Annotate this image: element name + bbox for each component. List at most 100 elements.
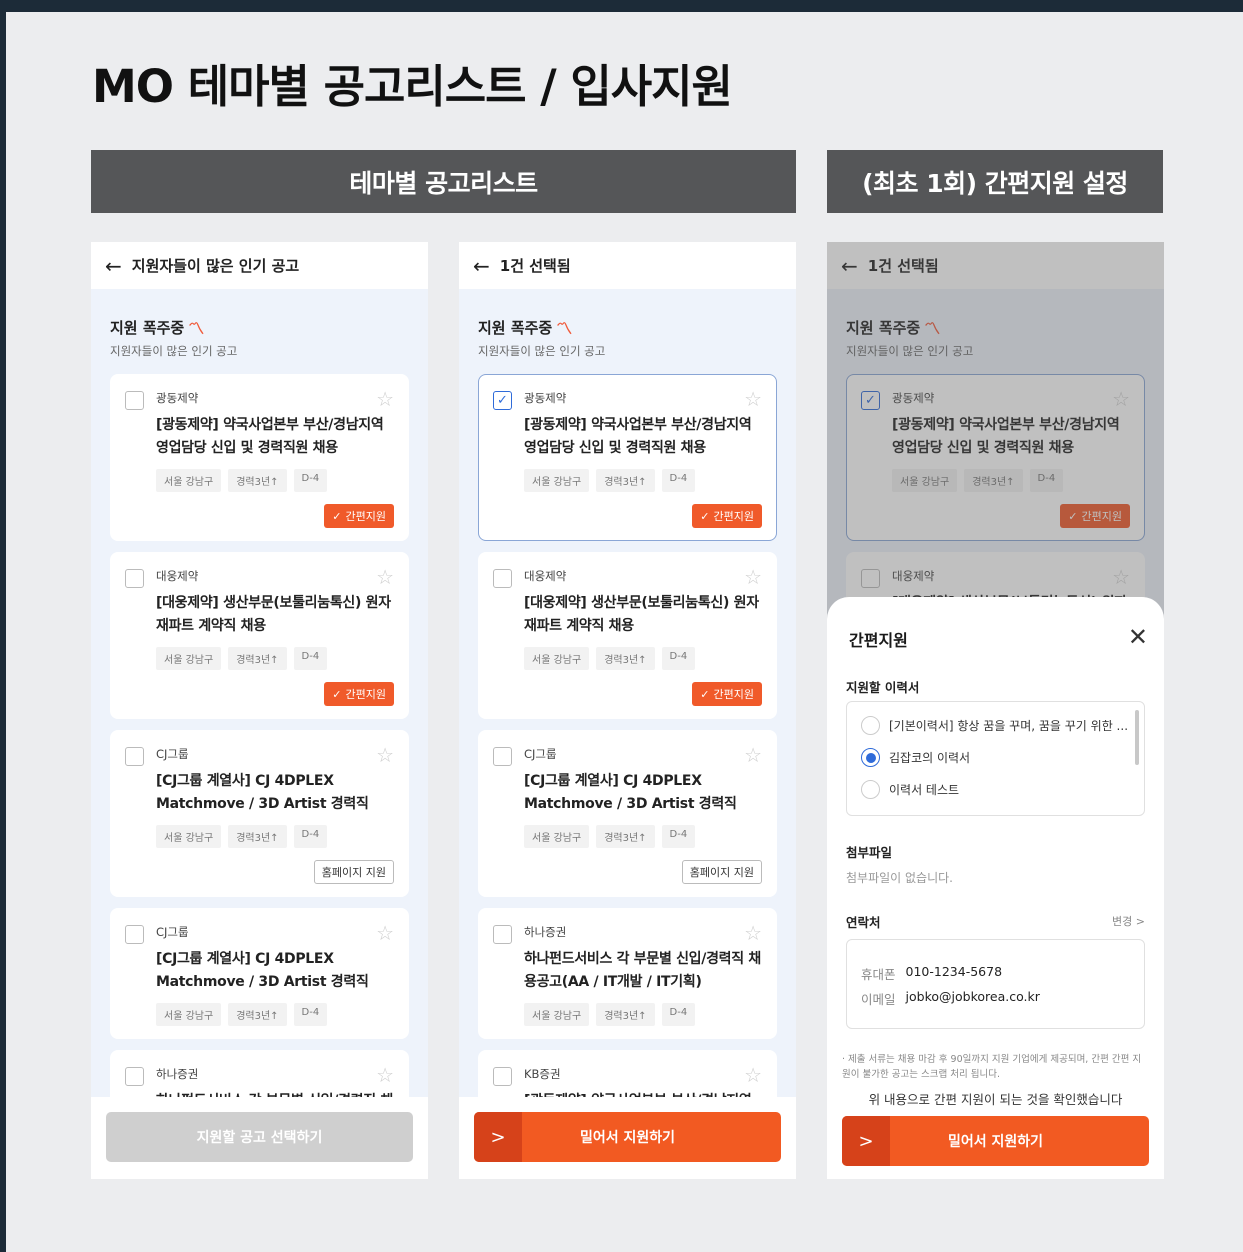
page-title: MO 테마별 공고리스트 / 입사지원: [92, 60, 733, 113]
resume-option[interactable]: [기본이력서] 항상 꿈을 꾸며, 꿈을 꾸기 위한 ...: [861, 716, 1128, 735]
slide-to-apply-button[interactable]: > 밀어서 지원하기: [474, 1112, 781, 1162]
phone-key: 휴대폰: [861, 967, 896, 982]
job-card[interactable]: ✓ ☆ 광동제약 [광동제약] 약국사업본부 부산/경남지역 영업담당 신입 및 경력…: [478, 374, 777, 541]
slide-to-apply-label: 밀어서 지원하기: [579, 1130, 676, 1146]
checkbox[interactable]: [493, 747, 512, 766]
job-card[interactable]: ☆ CJ그룹 [CJ그룹 계열사] CJ 4DPLEX Matchmove / 3D…: [478, 730, 777, 897]
back-arrow-icon[interactable]: ←: [473, 254, 490, 278]
job-card-list: ☆ 광동제약 [광동제약] 약국사업본부 부산/경남지역 영업담당 신입 및 경력직…: [110, 374, 409, 1160]
radio-icon[interactable]: [861, 780, 880, 799]
easy-apply-sheet: 간편지원 ✕ 지원할 이력서 [기본이력서] 항상 꿈을 꾸며, 꿈을 꾸기 위…: [827, 597, 1164, 1179]
top-bar: ← 지원자들이 많은 인기 공고: [91, 242, 428, 289]
section-title-text: 지원 폭주중: [478, 318, 553, 337]
resume-option[interactable]: 이력서 테스트: [861, 780, 959, 799]
check-circle-icon: ✓: [700, 509, 710, 523]
attachment-empty: 첨부파일이 없습니다.: [846, 871, 953, 885]
easy-apply-button[interactable]: ✓ 간편지원: [324, 682, 394, 706]
job-title[interactable]: [광동제약] 약국사업본부 부산/경남지역 영업담당 신입 및 경력직원 채용: [524, 414, 762, 460]
star-icon[interactable]: ☆: [744, 921, 762, 945]
check-circle-icon: ✓: [332, 687, 342, 701]
job-title[interactable]: [CJ그룹 계열사] CJ 4DPLEX Matchmove / 3D Arti…: [156, 948, 394, 994]
checkbox[interactable]: ✓: [493, 391, 512, 410]
tag: 서울 강남구: [524, 647, 590, 670]
tag-list: 서울 강남구 경력3년↑ D-4: [524, 647, 762, 670]
tag: 서울 강남구: [156, 469, 222, 492]
checkbox[interactable]: [493, 925, 512, 944]
homepage-apply-button[interactable]: 홈페이지 지원: [313, 860, 394, 884]
header-title: 지원자들이 많은 인기 공고: [131, 257, 300, 275]
checkbox[interactable]: [125, 925, 144, 944]
job-title[interactable]: [대웅제약] 생산부문(보툴리눔톡신) 원자재파트 계약직 채용: [156, 592, 394, 638]
checkbox[interactable]: [125, 747, 144, 766]
tag: D-4: [293, 647, 328, 670]
back-arrow-icon[interactable]: ←: [105, 254, 122, 278]
tag: D-4: [293, 469, 328, 492]
checkbox[interactable]: [493, 1067, 512, 1086]
checkbox[interactable]: [125, 391, 144, 410]
change-contact-link[interactable]: 변경 >: [1112, 913, 1145, 929]
chevron-right-icon[interactable]: >: [474, 1112, 522, 1162]
tag: 서울 강남구: [524, 1003, 590, 1026]
tag: 경력3년↑: [228, 825, 287, 848]
job-title[interactable]: [CJ그룹 계열사] CJ 4DPLEX Matchmove / 3D Arti…: [156, 770, 394, 816]
star-icon[interactable]: ☆: [376, 565, 394, 589]
confirm-text: 위 내용으로 간편 지원이 되는 것을 확인했습니다: [868, 1092, 1123, 1107]
checkbox[interactable]: [493, 569, 512, 588]
job-card[interactable]: ☆ 대웅제약 [대웅제약] 생산부문(보툴리눔톡신) 원자재파트 계약직 채용 서울 …: [110, 552, 409, 719]
job-card[interactable]: ☆ 대웅제약 [대웅제약] 생산부문(보툴리눔톡신) 원자재파트 계약직 채용 서울 …: [478, 552, 777, 719]
company-name: 하나증권: [524, 925, 567, 939]
job-title[interactable]: [대웅제약] 생산부문(보툴리눔톡신) 원자재파트 계약직 채용: [524, 592, 762, 638]
phone-row: 휴대폰 010-1234-5678: [861, 964, 1002, 983]
checkbox[interactable]: [125, 569, 144, 588]
job-title[interactable]: [광동제약] 약국사업본부 부산/경남지역 영업담당 신입 및 경력직원 채용: [156, 414, 394, 460]
job-card[interactable]: ☆ 하나증권하나펀드서비스 각 부문별 신입/경력직 채용공고(AA / IT개발…: [478, 908, 777, 1039]
company-name: 대웅제약: [156, 569, 199, 583]
resume-label: 지원할 이력서: [846, 680, 920, 695]
star-icon[interactable]: ☆: [744, 387, 762, 411]
checkbox[interactable]: [125, 1067, 144, 1086]
contact-box: 휴대폰 010-1234-5678 이메일 jobko@jobkorea.co.…: [846, 939, 1145, 1029]
star-icon[interactable]: ☆: [744, 565, 762, 589]
chevron-right-icon[interactable]: >: [842, 1116, 890, 1166]
job-card-list: ✓ ☆ 광동제약 [광동제약] 약국사업본부 부산/경남지역 영업담당 신입 및 경력…: [478, 374, 777, 1160]
star-icon[interactable]: ☆: [376, 921, 394, 945]
star-icon[interactable]: ☆: [744, 1063, 762, 1087]
easy-apply-label: 간편지원: [345, 510, 386, 523]
star-icon[interactable]: ☆: [376, 1063, 394, 1087]
radio-icon[interactable]: [861, 716, 880, 735]
job-title[interactable]: [CJ그룹 계열사] CJ 4DPLEX Matchmove / 3D Arti…: [524, 770, 762, 816]
company-name: 광동제약: [524, 391, 567, 405]
section-subtitle: 지원자들이 많은 인기 공고: [478, 344, 606, 358]
job-card[interactable]: ☆ CJ그룹 [CJ그룹 계열사] CJ 4DPLEX Matchmove / 3D…: [110, 730, 409, 897]
close-icon[interactable]: ✕: [1128, 623, 1148, 651]
star-icon[interactable]: ☆: [744, 743, 762, 767]
homepage-apply-button[interactable]: 홈페이지 지원: [681, 860, 762, 884]
tag: 경력3년↑: [596, 469, 655, 492]
attachment-label: 첨부파일: [846, 845, 893, 860]
job-card[interactable]: ☆ 광동제약 [광동제약] 약국사업본부 부산/경남지역 영업담당 신입 및 경력직…: [110, 374, 409, 541]
job-title[interactable]: 하나펀드서비스 각 부문별 신입/경력직 채용공고(AA / IT개발 / IT…: [524, 948, 762, 994]
trend-up-icon: 〽: [188, 319, 205, 338]
job-card[interactable]: ☆ CJ그룹 [CJ그룹 계열사] CJ 4DPLEX Matchmove / 3D…: [110, 908, 409, 1039]
tag: D-4: [661, 825, 696, 848]
resume-option-label: 김잡코의 이력서: [889, 751, 971, 765]
section-title-text: 지원 폭주중: [110, 318, 185, 337]
easy-apply-button[interactable]: ✓ 간편지원: [692, 504, 762, 528]
easy-apply-button[interactable]: ✓ 간편지원: [324, 504, 394, 528]
radio-icon[interactable]: [861, 748, 880, 767]
slide-to-apply-button[interactable]: > 밀어서 지원하기: [842, 1116, 1149, 1166]
resume-option[interactable]: 김잡코의 이력서: [861, 748, 970, 767]
sheet-title: 간편지원: [849, 631, 908, 650]
resume-list: [기본이력서] 항상 꿈을 꾸며, 꿈을 꾸기 위한 ... 김잡코의 이력서 …: [846, 701, 1145, 816]
easy-apply-button[interactable]: ✓ 간편지원: [692, 682, 762, 706]
tag: 서울 강남구: [524, 469, 590, 492]
star-icon[interactable]: ☆: [376, 387, 394, 411]
select-jobs-button[interactable]: 지원할 공고 선택하기: [106, 1112, 413, 1162]
email-value: jobko@jobkorea.co.kr: [905, 989, 1040, 1004]
star-icon[interactable]: ☆: [376, 743, 394, 767]
resume-option-label: [기본이력서] 항상 꿈을 꾸며, 꿈을 꾸기 위한 ...: [889, 719, 1129, 733]
check-circle-icon: ✓: [332, 509, 342, 523]
scrollbar[interactable]: [1135, 710, 1139, 765]
tag: 서울 강남구: [156, 1003, 222, 1026]
tag: D-4: [661, 469, 696, 492]
